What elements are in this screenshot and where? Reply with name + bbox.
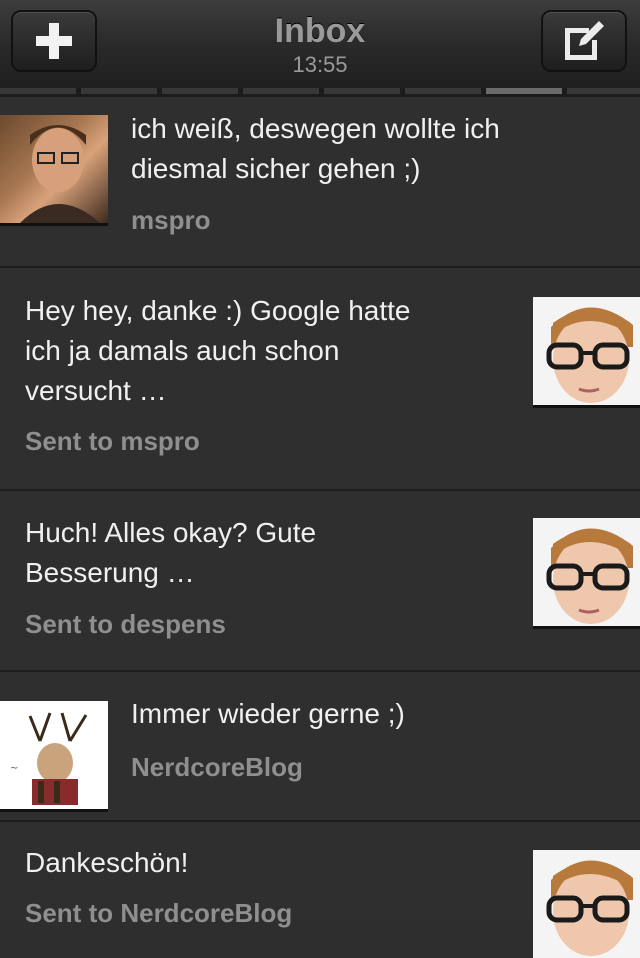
page-dot bbox=[81, 88, 157, 94]
compose-icon bbox=[565, 21, 604, 60]
message-text: Huch! Alles okay? Gute Besserung … bbox=[25, 517, 317, 588]
message-text: Immer wieder gerne ;) bbox=[131, 698, 405, 729]
avatar bbox=[533, 850, 640, 958]
page-dot bbox=[324, 88, 400, 94]
message-recipient: Sent to despens bbox=[25, 609, 226, 639]
page-indicator bbox=[0, 88, 640, 97]
navigation-bar: Inbox 13:55 bbox=[0, 0, 640, 89]
page-dot bbox=[567, 88, 640, 94]
list-item[interactable]: ich weiß, deswegen wollte ich diesmal si… bbox=[0, 97, 640, 268]
compose-button[interactable] bbox=[541, 10, 627, 72]
message-recipient: Sent to mspro bbox=[25, 426, 200, 456]
page-dot bbox=[405, 88, 481, 94]
avatar bbox=[0, 115, 108, 223]
message-text: Hey hey, danke :) Google hatte ich ja da… bbox=[25, 295, 411, 406]
page-dot bbox=[162, 88, 238, 94]
message-sender: NerdcoreBlog bbox=[131, 752, 303, 782]
list-item[interactable]: Huch! Alles okay? Gute Besserung … Sent … bbox=[0, 491, 640, 672]
avatar bbox=[533, 297, 640, 405]
list-item[interactable]: Dankeschön! Sent to NerdcoreBlog bbox=[0, 822, 640, 958]
page-dot bbox=[243, 88, 319, 94]
message-sender: mspro bbox=[131, 205, 211, 235]
avatar bbox=[533, 518, 640, 626]
page-dot bbox=[0, 88, 76, 94]
list-item[interactable]: Hey hey, danke :) Google hatte ich ja da… bbox=[0, 268, 640, 491]
list-item[interactable]: ~ Immer wieder gerne ;) NerdcoreBlog bbox=[0, 672, 640, 822]
message-text: ich weiß, deswegen wollte ich diesmal si… bbox=[131, 113, 500, 184]
page-dot-active bbox=[486, 88, 562, 94]
message-recipient: Sent to NerdcoreBlog bbox=[25, 898, 293, 928]
svg-text:~: ~ bbox=[10, 763, 18, 774]
message-text: Dankeschön! bbox=[25, 847, 189, 878]
avatar: ~ bbox=[0, 701, 108, 809]
